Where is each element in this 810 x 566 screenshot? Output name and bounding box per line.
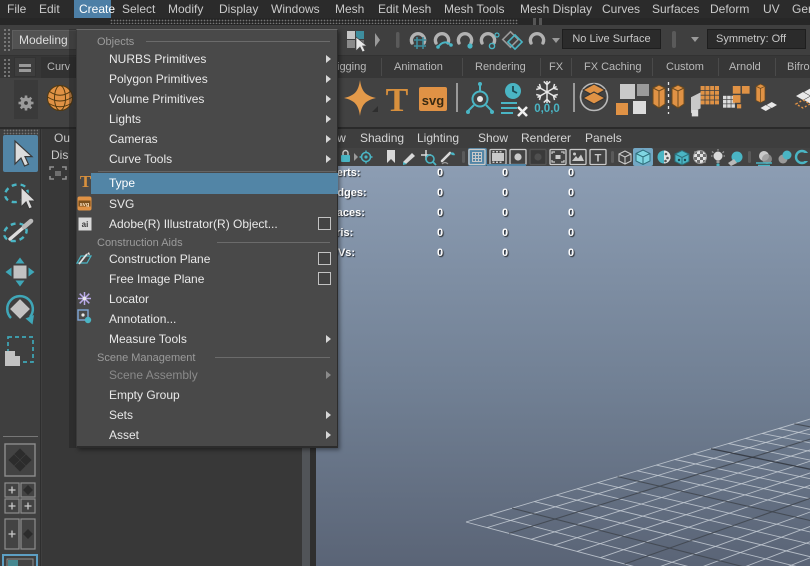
svg-text:ai: ai xyxy=(82,220,89,229)
svg-text:T: T xyxy=(386,82,409,119)
svg-text:0,0,0: 0,0,0 xyxy=(534,103,560,115)
svg-text:svg: svg xyxy=(422,93,444,108)
svg-text:svg: svg xyxy=(80,202,90,208)
svg-text:T: T xyxy=(595,153,602,165)
